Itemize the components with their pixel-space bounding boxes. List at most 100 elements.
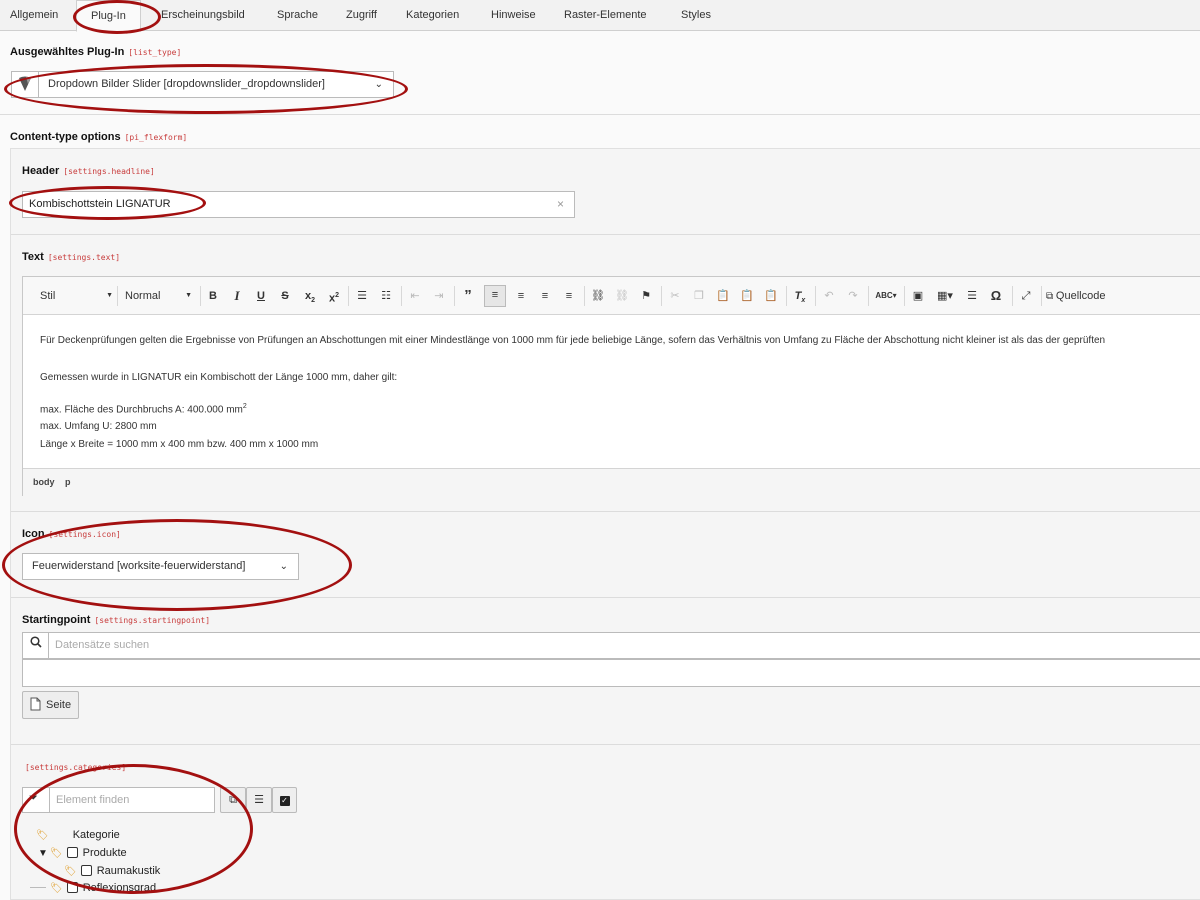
blockquote-icon[interactable]: ” — [459, 287, 477, 305]
tab-raster-elemente[interactable]: Raster-Elemente — [564, 0, 647, 31]
tree-label: Raumakustik — [96, 865, 161, 877]
toolbar-separator — [1041, 286, 1042, 306]
expand-all-icon[interactable]: ☰ — [246, 787, 272, 813]
table-icon[interactable]: ▦▾ — [933, 287, 957, 305]
paste-text-icon[interactable]: 📋 — [738, 287, 756, 305]
numbered-list-icon[interactable]: ☰ — [353, 287, 371, 305]
strikethrough-icon[interactable]: S — [277, 287, 293, 305]
source-icon: ⧉ — [1046, 291, 1056, 302]
plugin-type-icon — [11, 71, 39, 98]
toolbar-separator — [815, 286, 816, 306]
indent-icon[interactable]: ⇥ — [430, 287, 448, 305]
text-label-text: Text — [22, 251, 44, 263]
category-checkbox[interactable] — [80, 865, 92, 876]
tree-item-kategorie[interactable]: 🏷 Kategorie — [36, 829, 120, 841]
toolbar-separator — [1012, 286, 1013, 306]
icon-label-text: Icon — [22, 528, 45, 540]
spellcheck-icon[interactable]: ABC▾ — [873, 287, 899, 305]
tab-styles[interactable]: Styles — [681, 0, 711, 31]
align-right-icon[interactable]: ≡ — [536, 287, 554, 305]
bold-icon[interactable]: B — [205, 287, 221, 305]
editor-content[interactable]: Für Deckenprüfungen gelten die Ergebniss… — [23, 315, 1200, 468]
header-input[interactable]: Kombischottstein LIGNATUR × — [22, 191, 575, 218]
toolbar-separator — [584, 286, 585, 306]
page-button[interactable]: Seite — [22, 691, 79, 719]
header-input-value: Kombischottstein LIGNATUR — [29, 198, 171, 210]
tab-bar: Allgemein Plug-In Erscheinungsbild Sprac… — [0, 0, 1200, 32]
header-field-code: [settings.headline] — [63, 167, 155, 176]
show-selected-icon[interactable]: ✓ — [272, 787, 297, 813]
collapse-all-icon[interactable]: ⧉ — [220, 787, 246, 813]
italic-icon[interactable]: I — [229, 287, 245, 305]
header-field-label: Header [settings.headline] — [22, 165, 155, 177]
tab-sprache[interactable]: Sprache — [277, 0, 318, 31]
tab-kategorien[interactable]: Kategorien — [406, 0, 459, 31]
header-label-text: Header — [22, 165, 60, 177]
cut-icon[interactable]: ✂ — [666, 287, 684, 305]
superscript-icon[interactable]: x2 — [325, 287, 343, 305]
category-checkbox[interactable] — [66, 847, 78, 858]
source-button[interactable]: ⧉ Quellcode — [1046, 287, 1121, 305]
expand-toggle-icon[interactable]: ▼ — [38, 848, 48, 859]
plugin-select-value: Dropdown Bilder Slider [dropdownslider_d… — [48, 78, 325, 90]
content-type-label-text: Content-type options — [10, 131, 121, 143]
search-input[interactable]: Datensätze suchen — [55, 639, 149, 651]
selected-records-list[interactable] — [22, 659, 1200, 687]
tree-label: Reflexionsgrad — [82, 882, 157, 894]
path-body[interactable]: body — [33, 477, 55, 487]
subscript-icon[interactable]: x2 — [301, 287, 319, 305]
image-icon[interactable]: ▣ — [909, 287, 927, 305]
startingpoint-field-code: [settings.startingpoint] — [94, 616, 211, 625]
toolbar-separator — [200, 286, 201, 306]
style-dropdown[interactable]: Stil ▼ — [33, 287, 113, 305]
clear-icon[interactable]: × — [557, 192, 564, 217]
toolbar-separator — [904, 286, 905, 306]
bullet-list-icon[interactable]: ☷ — [377, 287, 395, 305]
format-dropdown[interactable]: Normal ▼ — [122, 287, 192, 305]
tab-plug-in[interactable]: Plug-In — [76, 0, 141, 32]
startingpoint-field-label: Startingpoint [settings.startingpoint] — [22, 614, 210, 626]
underline-icon[interactable]: U — [253, 287, 269, 305]
remove-format-icon[interactable]: Tx — [791, 287, 809, 305]
maximize-icon[interactable]: ⤢ — [1017, 287, 1035, 305]
toolbar-separator — [868, 286, 869, 306]
editor-path-bar: body p — [23, 468, 1200, 496]
tree-label: Produkte — [82, 847, 127, 859]
outdent-icon[interactable]: ⇤ — [406, 287, 424, 305]
editor-toolbar: Stil ▼ Normal ▼ B I U S x2 x2 ☰ ☷ ⇤ ⇥ ” ≡ … — [23, 277, 1200, 315]
filter-icon: ⏷ — [29, 792, 38, 804]
align-left-icon[interactable]: ≡ — [484, 285, 506, 307]
undo-icon[interactable]: ↶ — [820, 287, 838, 305]
plugin-select[interactable]: Dropdown Bilder Slider [dropdownslider_d… — [38, 71, 394, 98]
justify-icon[interactable]: ≡ — [560, 287, 578, 305]
tree-item-reflexionsgrad[interactable]: 🏷 Reflexionsgrad — [30, 882, 156, 894]
icon-select[interactable]: Feuerwiderstand [worksite-feuerwiderstan… — [22, 553, 299, 580]
content-paragraph: Gemessen wurde in LIGNATUR ein Kombischo… — [40, 372, 398, 383]
tab-allgemein[interactable]: Allgemein — [10, 0, 58, 31]
link-icon[interactable]: ⛓ — [589, 287, 607, 305]
tree-item-produkte[interactable]: ▼ 🏷 Produkte — [38, 847, 127, 859]
horizontal-rule-icon[interactable]: ☰ — [963, 287, 981, 305]
format-dropdown-label: Normal — [125, 290, 161, 302]
plugin-field-label: Ausgewähltes Plug-In [list_type] — [10, 46, 181, 58]
category-filter-input[interactable]: ⏷ Element finden — [22, 787, 215, 813]
redo-icon[interactable]: ↷ — [844, 287, 862, 305]
tab-erscheinungsbild[interactable]: Erscheinungsbild — [161, 0, 245, 31]
text-field-label: Text [settings.text] — [22, 251, 120, 263]
unlink-icon[interactable]: ⛓ — [613, 287, 631, 305]
tree-item-raumakustik[interactable]: 🏷 Raumakustik — [64, 865, 160, 877]
toolbar-separator — [117, 286, 118, 306]
paste-word-icon[interactable]: 📋 — [762, 287, 780, 305]
filter-separator — [49, 788, 50, 812]
copy-icon[interactable]: ❐ — [690, 287, 708, 305]
tab-zugriff[interactable]: Zugriff — [346, 0, 377, 31]
search-icon[interactable] — [23, 633, 49, 658]
tab-hinweise[interactable]: Hinweise — [491, 0, 536, 31]
special-char-icon[interactable]: Ω — [987, 287, 1005, 305]
category-checkbox[interactable] — [66, 882, 78, 893]
align-center-icon[interactable]: ≡ — [512, 287, 530, 305]
paste-icon[interactable]: 📋 — [714, 287, 732, 305]
path-p[interactable]: p — [65, 477, 71, 487]
anchor-flag-icon[interactable]: ⚑ — [637, 287, 655, 305]
plugin-label-text: Ausgewähltes Plug-In — [10, 46, 125, 58]
